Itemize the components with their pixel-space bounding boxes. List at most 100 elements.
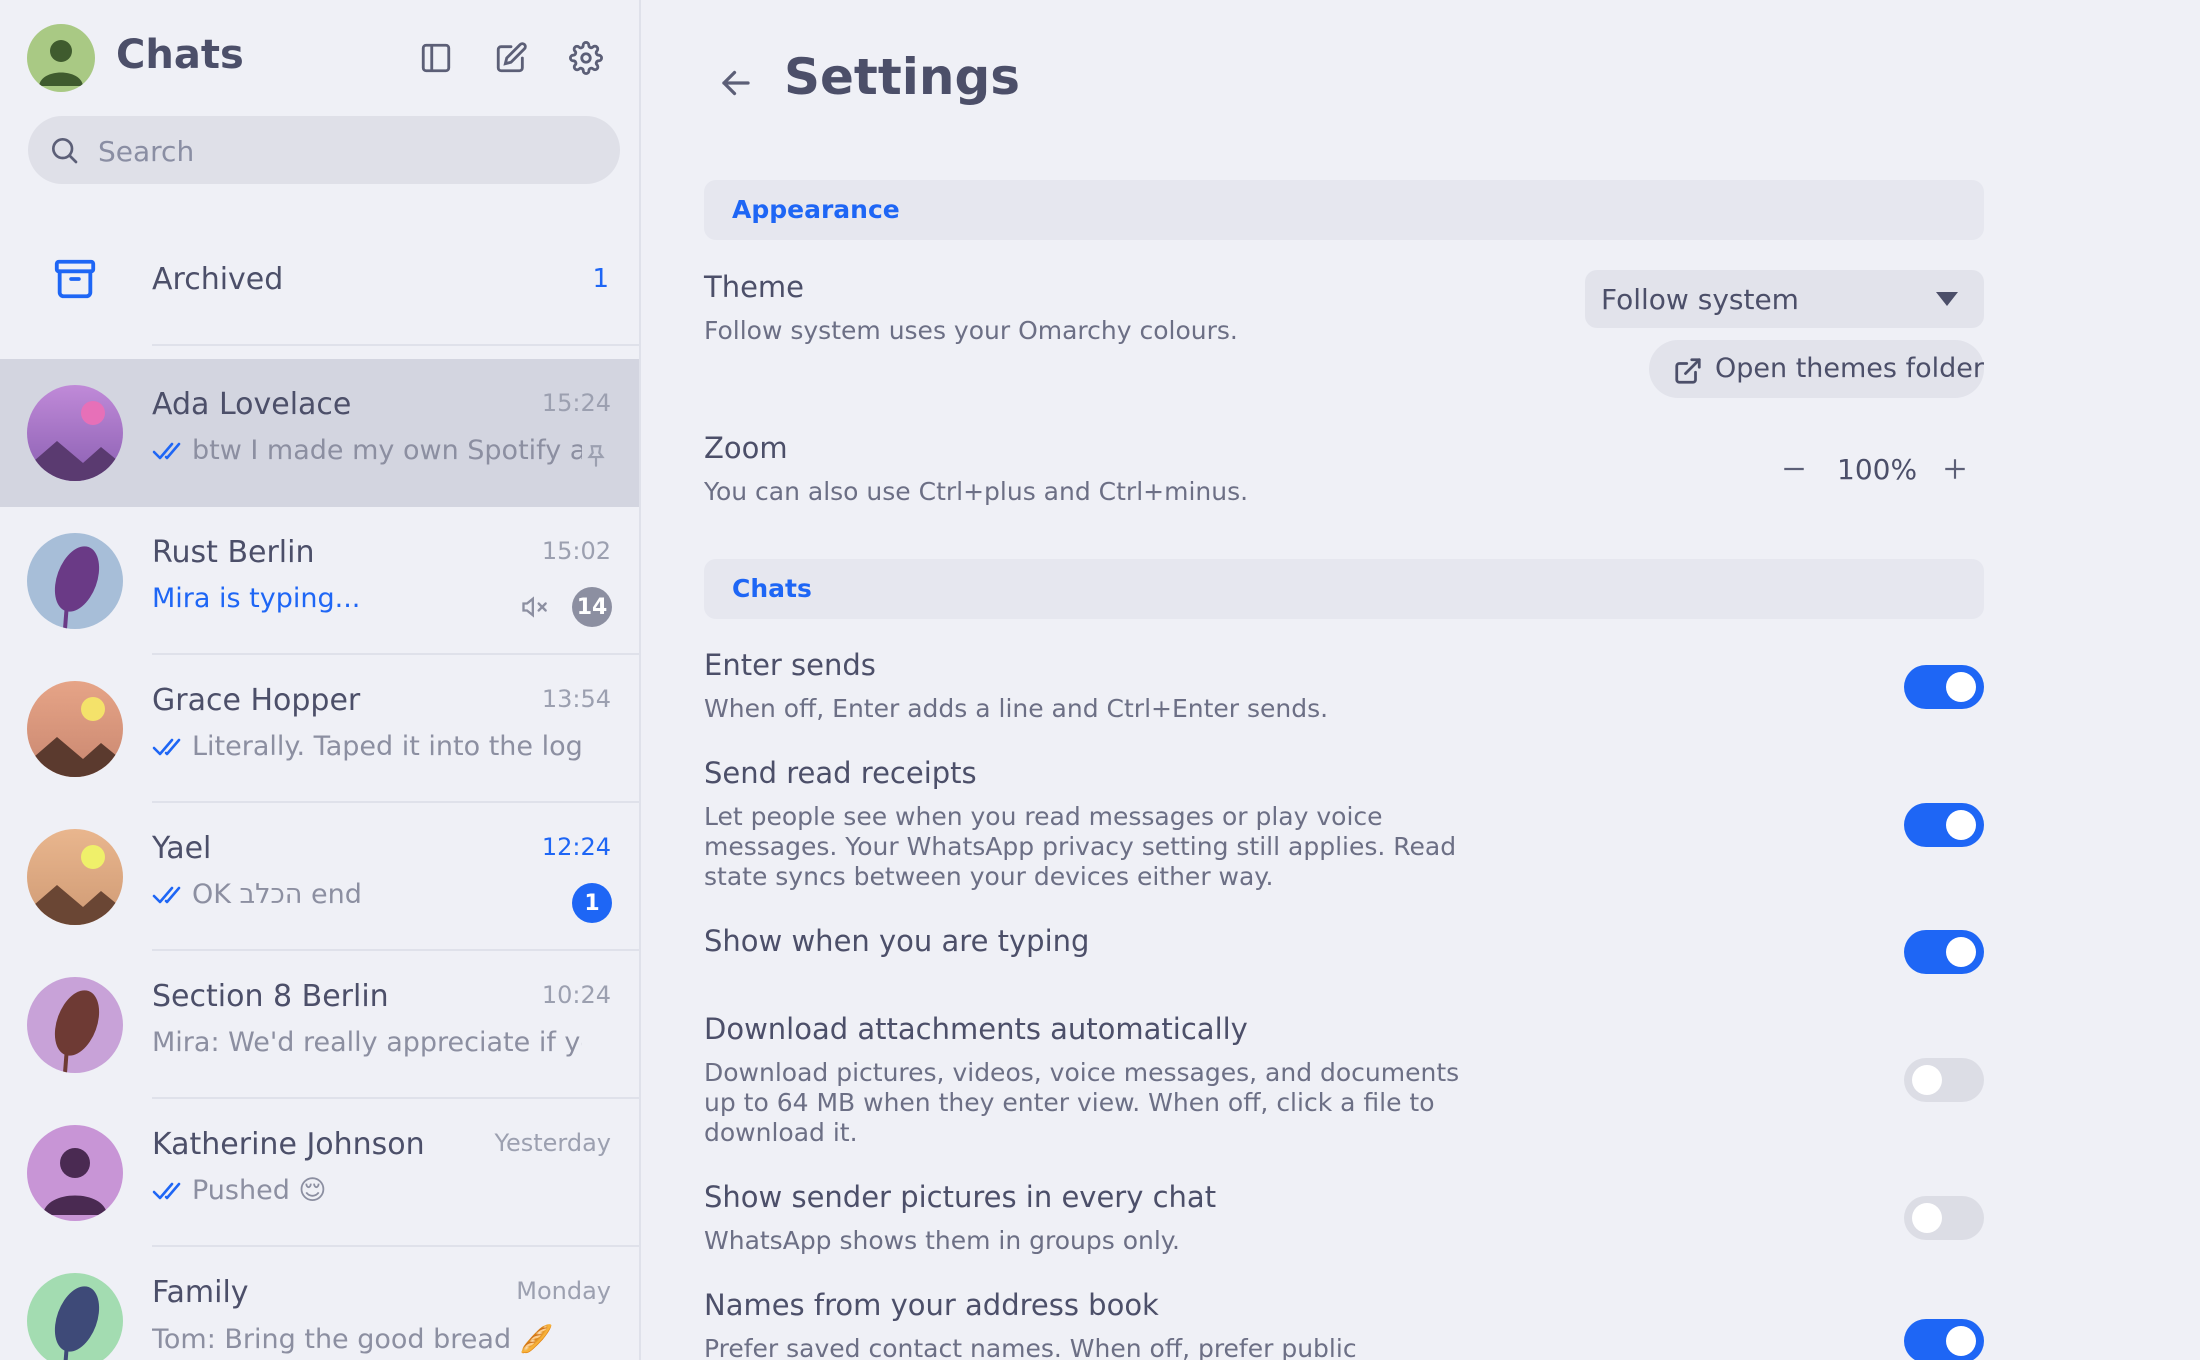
- mute-icon: [522, 596, 547, 618]
- read-receipts-toggle[interactable]: [1904, 803, 1984, 847]
- chat-time: 15:02: [541, 537, 611, 565]
- setting-desc-read-receipts: Let people see when you read messages or…: [704, 802, 1457, 891]
- section-label: Appearance: [732, 195, 900, 224]
- chat-preview: btw I made my own Spotify a...: [152, 435, 582, 466]
- avatar: [27, 977, 123, 1073]
- chat-preview-text: OK הכלב end: [192, 879, 362, 910]
- chat-preview-text: Mira: We'd really appreciate if you ...: [152, 1027, 582, 1058]
- external-link-icon: [1675, 358, 1701, 384]
- sender-pictures-toggle[interactable]: [1904, 1196, 1984, 1240]
- theme-select-value: Follow system: [1601, 283, 1799, 316]
- chat-preview-text: btw I made my own Spotify a...: [192, 435, 582, 466]
- avatar: [27, 533, 123, 629]
- chat-item-ada-lovelace[interactable]: Ada Lovelace 15:24 btw I made my own Spo…: [0, 359, 639, 507]
- archived-row[interactable]: Archived 1: [0, 222, 639, 346]
- avatar: [27, 1125, 123, 1221]
- chat-item-yael[interactable]: Yael 12:24 OK הכלב end 1: [0, 803, 639, 951]
- search-input[interactable]: [96, 116, 600, 186]
- setting-title-address-book: Names from your address book: [704, 1288, 1159, 1322]
- chat-preview-text: Tom: Bring the good bread 🥖: [152, 1324, 554, 1355]
- chat-preview: Pushed 😌: [152, 1175, 582, 1206]
- setting-title-sender-pictures: Show sender pictures in every chat: [704, 1180, 1217, 1214]
- section-header-appearance: Appearance: [704, 180, 1984, 240]
- search-icon: [52, 138, 78, 164]
- toggle-knob: [1946, 810, 1976, 840]
- chat-preview: OK הכלב end: [152, 879, 582, 910]
- toggle-sidebar-button[interactable]: [412, 34, 460, 82]
- avatar[interactable]: [27, 24, 95, 92]
- unread-badge: 1: [572, 883, 612, 923]
- setting-desc-zoom: You can also use Ctrl+plus and Ctrl+minu…: [704, 477, 1249, 506]
- show-typing-toggle[interactable]: [1904, 930, 1984, 974]
- chat-list: Ada Lovelace 15:24 btw I made my own Spo…: [0, 359, 639, 1360]
- chat-item-rust-berlin[interactable]: Rust Berlin 15:02 Mira is typing... 14: [0, 507, 639, 655]
- chat-name: Section 8 Berlin: [152, 979, 389, 1014]
- settings-panel: Settings Appearance Theme Follow system …: [641, 0, 2200, 1360]
- setting-desc-theme: Follow system uses your Omarchy colours.: [704, 316, 1238, 345]
- chat-time: 12:24: [541, 833, 611, 861]
- open-themes-folder-label: Open themes folder: [1715, 353, 1984, 384]
- pin-icon: [587, 445, 605, 467]
- chat-time: 15:24: [541, 389, 611, 417]
- typing-indicator: Mira is typing...: [152, 583, 361, 614]
- settings-button[interactable]: [562, 34, 610, 82]
- chat-preview-text: Literally. Taped it into the logbo...: [192, 731, 582, 762]
- address-book-toggle[interactable]: [1904, 1319, 1984, 1360]
- setting-desc-address-book: Prefer saved contact names. When off, pr…: [704, 1334, 1357, 1360]
- archived-count: 1: [592, 264, 609, 294]
- chat-preview: Mira: We'd really appreciate if you ...: [152, 1027, 582, 1058]
- chat-time: 10:24: [541, 981, 611, 1009]
- compose-icon: [496, 42, 527, 73]
- arrow-left-icon: [722, 70, 750, 96]
- chat-item-katherine-johnson[interactable]: Katherine Johnson Yesterday Pushed 😌: [0, 1099, 639, 1247]
- setting-desc-download-attachments: Download pictures, videos, voice message…: [704, 1058, 1460, 1147]
- toggle-knob: [1946, 1326, 1976, 1356]
- toggle-knob: [1912, 1065, 1942, 1095]
- enter-sends-toggle[interactable]: [1904, 665, 1984, 709]
- toggle-knob: [1946, 937, 1976, 967]
- unread-badge: 14: [572, 587, 612, 627]
- zoom-out-button[interactable]: [1774, 449, 1814, 489]
- chat-item-family[interactable]: Family Monday Tom: Bring the good bread …: [0, 1247, 639, 1360]
- chat-time: Monday: [516, 1277, 611, 1305]
- toggle-knob: [1912, 1203, 1942, 1233]
- section-header-chats: Chats: [704, 559, 1984, 619]
- toggle-knob: [1946, 672, 1976, 702]
- setting-title-show-typing: Show when you are typing: [704, 924, 1090, 958]
- download-attachments-toggle[interactable]: [1904, 1058, 1984, 1102]
- archived-label: Archived: [152, 262, 284, 297]
- avatar: [27, 829, 123, 925]
- setting-title-download-attachments: Download attachments automatically: [704, 1012, 1248, 1046]
- archive-icon: [54, 259, 96, 299]
- sidebar-title: Chats: [116, 32, 244, 78]
- setting-title-theme: Theme: [704, 270, 805, 304]
- new-chat-button[interactable]: [487, 34, 535, 82]
- theme-select[interactable]: Follow system: [1585, 270, 1984, 328]
- plus-icon: [1945, 459, 1965, 479]
- chat-preview: Tom: Bring the good bread 🥖: [152, 1323, 582, 1355]
- zoom-in-button[interactable]: [1935, 449, 1975, 489]
- back-button[interactable]: [711, 58, 761, 108]
- minus-icon: [1784, 467, 1804, 471]
- sidebar-header: Chats: [27, 24, 612, 94]
- chat-preview: Literally. Taped it into the logbo...: [152, 731, 582, 762]
- setting-desc-enter-sends: When off, Enter adds a line and Ctrl+Ent…: [704, 694, 1329, 723]
- chat-name: Ada Lovelace: [152, 387, 352, 422]
- double-check-icon: [152, 886, 181, 903]
- double-check-icon: [152, 1182, 181, 1199]
- search-box: [28, 116, 620, 186]
- chat-item-grace-hopper[interactable]: Grace Hopper 13:54 Literally. Taped it i…: [0, 655, 639, 803]
- avatar: [27, 681, 123, 777]
- double-check-icon: [152, 442, 181, 459]
- setting-title-enter-sends: Enter sends: [704, 648, 876, 682]
- setting-desc-sender-pictures: WhatsApp shows them in groups only.: [704, 1226, 1180, 1255]
- open-themes-folder-button[interactable]: Open themes folder: [1649, 340, 1984, 398]
- section-label: Chats: [732, 574, 812, 603]
- chat-item-section-8-berlin[interactable]: Section 8 Berlin 10:24 Mira: We'd really…: [0, 951, 639, 1099]
- chat-preview-text: Pushed 😌: [192, 1175, 327, 1206]
- avatar: [27, 1273, 123, 1360]
- avatar: [27, 385, 123, 481]
- chat-preview: Mira is typing...: [152, 583, 582, 614]
- caret-down-icon: [1936, 292, 1958, 306]
- sidebar-panel-icon: [421, 43, 451, 73]
